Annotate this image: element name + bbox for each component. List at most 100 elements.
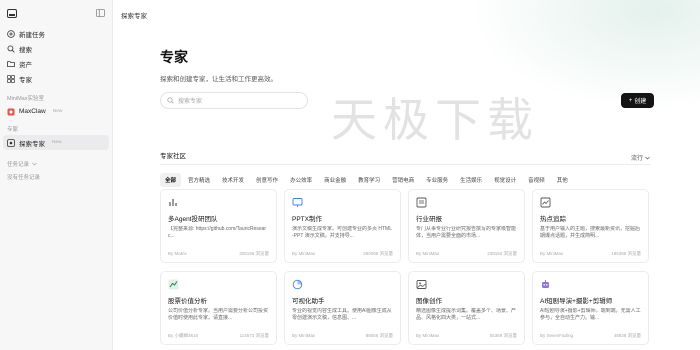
sidebar-top <box>0 0 112 26</box>
card-description: 精选图像生成提示词集。覆盖多个、场景、产品、风格化四大类，一站式... <box>416 308 517 321</box>
card-footer: By Matrix 325196 浏览量 <box>168 251 269 257</box>
card-title: AI短剧导演+摄影+剪辑师 <box>540 298 613 305</box>
card-description: AI短剧导演+摄影+剪辑师，端到端，无需人工参与，全自动生产力。输... <box>540 308 641 321</box>
card-description: 演示文稿生成专家。可创建专业的多页 HTML-PPT 演示文稿，并支持导... <box>292 226 393 239</box>
plus-circle-icon <box>7 29 15 38</box>
category-chip[interactable]: 全部 <box>160 173 182 187</box>
card-views: 48838 浏览量 <box>613 333 641 338</box>
card-title: 可视化助手 <box>292 298 325 305</box>
explore-icon <box>7 138 15 147</box>
category-chip[interactable]: 技术开发 <box>217 173 249 187</box>
page-title: 专家 <box>160 49 188 65</box>
slides-icon <box>292 197 303 208</box>
expert-card[interactable]: 图像创作 精选图像生成提示词集。覆盖多个、场景、产品、风格化四大类，一站式...… <box>408 271 525 345</box>
folder-icon <box>7 60 15 68</box>
card-views: 88056 浏览量 <box>365 333 393 338</box>
stock-icon <box>168 279 179 290</box>
image-icon <box>416 279 427 290</box>
category-chip[interactable]: 视觉设计 <box>489 173 521 187</box>
category-chip[interactable]: 教育学习 <box>353 173 385 187</box>
sidebar-item-experts[interactable]: 专家 <box>0 71 112 86</box>
breadcrumb: 探索专家 <box>121 13 147 20</box>
card-author: By MiniMax <box>292 251 316 256</box>
category-chip[interactable]: 音视频 <box>523 173 550 187</box>
maxclaw-icon <box>7 108 15 116</box>
grid-icon <box>7 74 15 83</box>
collapse-sidebar-icon[interactable] <box>96 9 105 17</box>
create-expert-button[interactable]: + 创建 <box>621 93 654 108</box>
expert-card[interactable]: 可视化助手 专业的视觉内容生成工具。使用AI图像生成从零创建演示文稿，信息图、.… <box>284 271 401 345</box>
card-footer: By MiniMax 55369 浏览量 <box>416 333 517 339</box>
card-views: 114573 浏览量 <box>239 333 269 338</box>
card-description: 专门从事专业行业研究报告撰写的专家级智能体，当用户需要全面的市场... <box>416 226 517 239</box>
card-title: 行业研报 <box>416 216 442 223</box>
sidebar-section-lab: MiniMax实验室 <box>7 95 44 102</box>
sidebar-item-explore-experts[interactable]: 探索专家 New <box>3 135 109 150</box>
sidebar-item-label: 探索专家 <box>19 140 45 148</box>
category-chip[interactable]: 创意写作 <box>251 173 283 187</box>
category-chip[interactable]: 生活娱乐 <box>455 173 487 187</box>
app-logo-icon[interactable] <box>7 8 17 18</box>
sidebar-section-history[interactable]: 任务记录 <box>0 157 112 170</box>
card-footer: By SevenFading 48838 浏览量 <box>540 333 641 339</box>
sort-dropdown[interactable]: 流行 <box>631 153 650 162</box>
card-title: 热点追踪 <box>540 216 566 223</box>
sort-label: 流行 <box>630 156 643 162</box>
category-chip[interactable]: 营销电商 <box>387 173 419 187</box>
card-author: By MiniMax <box>540 251 564 256</box>
card-description: 公司价值分析专家。当用户需要分析公司投资价值时使用此专家。请直接... <box>168 308 269 321</box>
sidebar-item-search[interactable]: 搜索 <box>0 41 112 56</box>
card-views: 325196 浏览量 <box>239 251 269 256</box>
category-chip[interactable]: 商业金融 <box>319 173 351 187</box>
card-views: 55369 浏览量 <box>489 333 517 338</box>
category-chip[interactable]: 专业服务 <box>421 173 453 187</box>
chevron-down-icon <box>32 162 37 166</box>
card-description: 基于用户输入的主题，搜索最新资讯，挖掘后期爆点话题，并生成简明... <box>540 226 641 239</box>
robot-icon <box>540 279 551 290</box>
new-badge: New <box>52 140 62 145</box>
sidebar-item-maxclaw[interactable]: MaxClaw New <box>0 104 112 119</box>
expert-card[interactable]: 股票价值分析 公司价值分析专家。当用户需要分析公司投资价值时使用此专家。请直接.… <box>160 271 277 345</box>
card-title: 股票价值分析 <box>168 298 207 305</box>
chart-icon <box>168 197 179 208</box>
tab-expert-community[interactable]: 专家社区 <box>160 150 186 165</box>
sidebar-item-label: 新建任务 <box>19 31 45 39</box>
card-description: 专业的视觉内容生成工具。使用AI图像生成从零创建演示文稿，信息图、... <box>292 308 392 321</box>
pie-icon <box>292 279 303 290</box>
create-button-label: 创建 <box>634 99 647 105</box>
expert-card[interactable]: 热点追踪 基于用户输入的主题，搜索最新资讯，挖掘后期爆点话题，并生成简明... … <box>532 189 649 263</box>
search-input[interactable]: 搜索专家 <box>178 96 202 105</box>
expert-card[interactable]: PPTX制作 演示文稿生成专家。可创建专业的多页 HTML-PPT 演示文稿，并… <box>284 189 401 263</box>
expert-card[interactable]: 行业研报 专门从事专业行业研究报告撰写的专家级智能体，当用户需要全面的市场...… <box>408 189 525 263</box>
category-chip[interactable]: 办公效率 <box>285 173 317 187</box>
search-icon <box>167 97 174 104</box>
card-footer: By MiniMax 260098 浏览量 <box>292 251 393 257</box>
chevron-down-icon <box>645 156 650 160</box>
category-filter-bar: 全部 官方精选 技术开发 创意写作 办公效率 商业金融 教育学习 营销电商 专业服务 生活娱乐 视觉… <box>160 173 573 187</box>
sidebar-item-label: 资产 <box>19 61 32 69</box>
category-chip[interactable]: 其他 <box>552 173 573 187</box>
expert-card-grid: 多Agent投研团队 【完整来源: https://github.com/Tau… <box>160 189 650 345</box>
category-chip[interactable]: 官方精选 <box>183 173 215 187</box>
expert-card[interactable]: AI短剧导演+摄影+剪辑师 AI短剧导演+摄影+剪辑师，端到端，无需人工参与，全… <box>532 271 649 345</box>
sidebar-item-label: 专家 <box>19 76 32 84</box>
report-icon <box>416 197 427 208</box>
card-author: By SevenFading <box>540 333 574 338</box>
sidebar-item-assets[interactable]: 资产 <box>0 56 112 71</box>
card-footer: By 小螺蛳3616 114573 浏览量 <box>168 333 269 339</box>
card-author: By Matrix <box>168 251 187 256</box>
expert-card[interactable]: 多Agent投研团队 【完整来源: https://github.com/Tau… <box>160 189 277 263</box>
history-empty-text: 没有任务记录 <box>7 174 41 181</box>
card-author: By MiniMax <box>416 333 440 338</box>
card-description: 【完整来源: https://github.com/TauricResearc.… <box>168 226 267 239</box>
expert-search-box[interactable]: 搜索专家 <box>160 92 308 109</box>
card-title: 多Agent投研团队 <box>168 216 218 223</box>
card-author: By MiniMax <box>416 251 440 256</box>
community-header: 专家社区 流行 <box>160 150 650 165</box>
card-views: 238152 浏览量 <box>487 251 517 256</box>
card-author: By MiniMax <box>292 333 316 338</box>
sidebar-item-label: MaxClaw <box>19 108 46 115</box>
sidebar-item-new-task[interactable]: 新建任务 <box>0 26 112 41</box>
card-views: 195388 浏览量 <box>611 251 641 256</box>
watermark-text: 天极下载 <box>331 93 539 147</box>
